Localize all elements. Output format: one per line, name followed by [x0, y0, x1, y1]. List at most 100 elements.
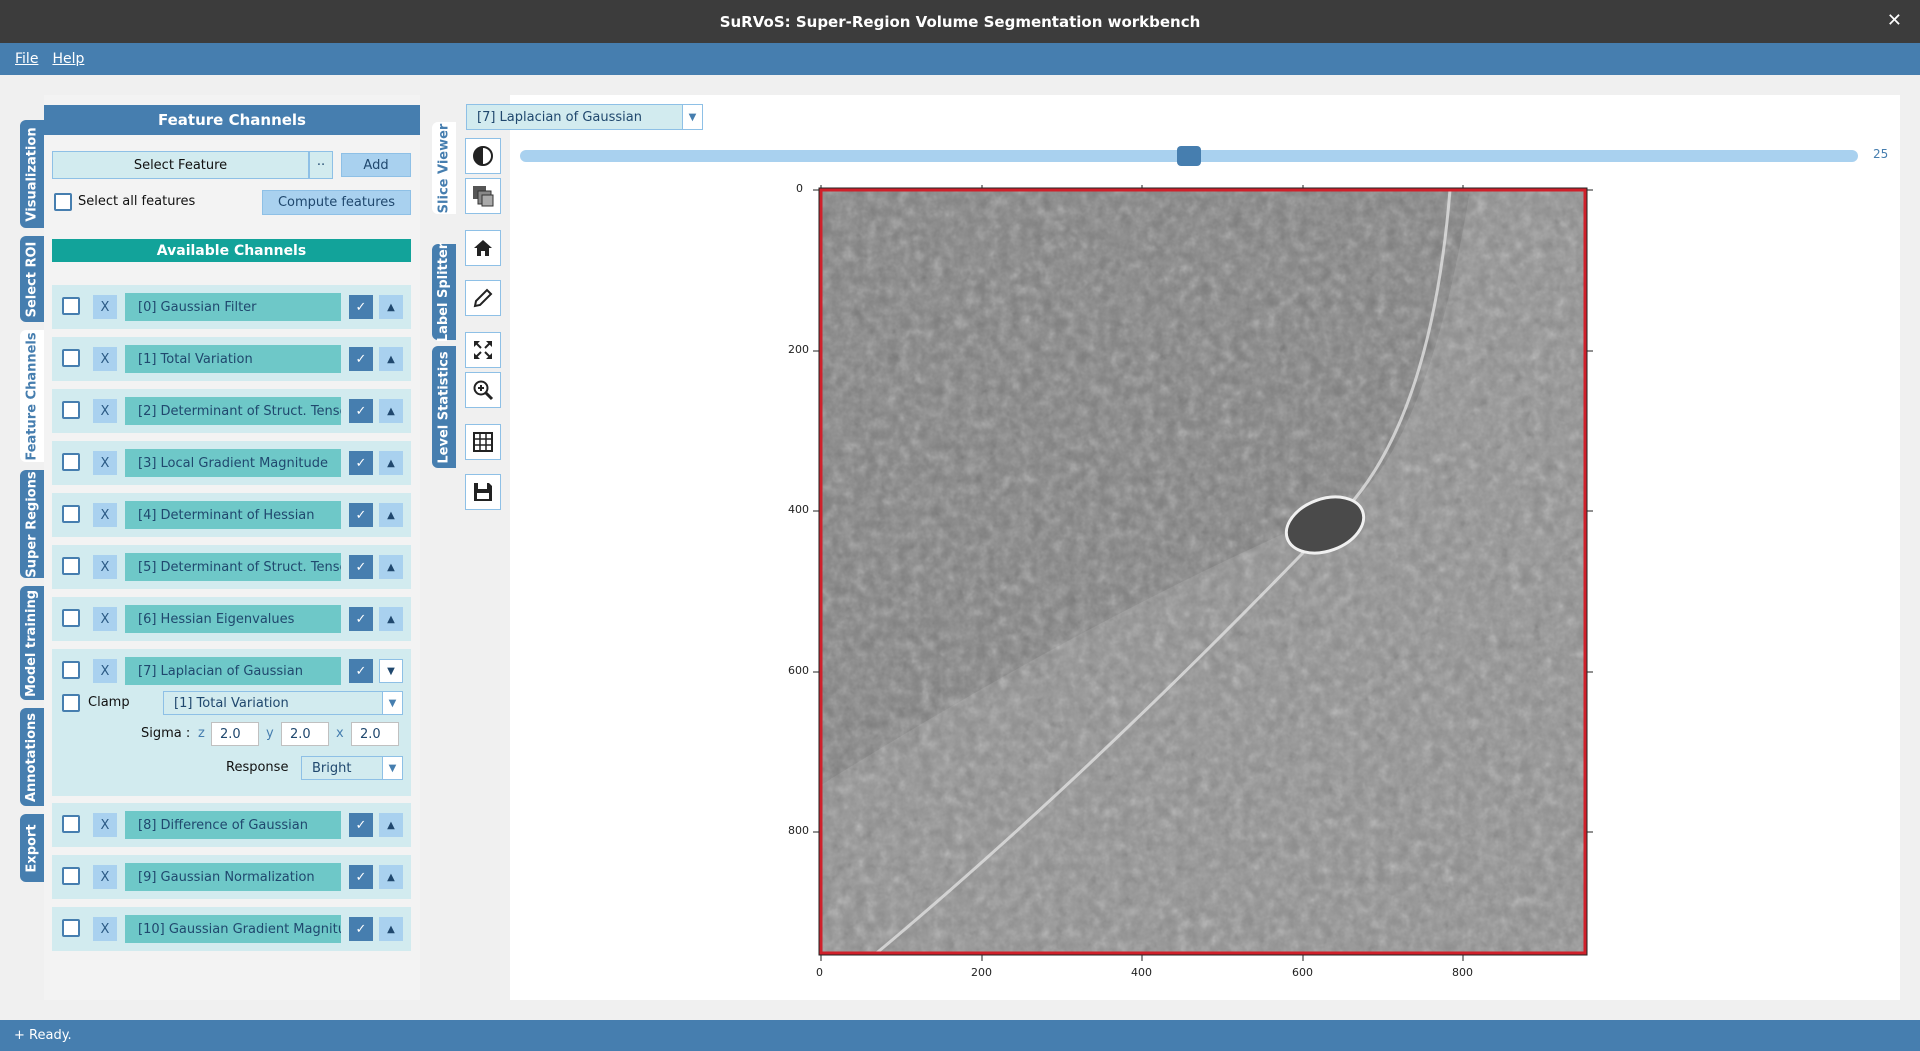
remove-channel-button[interactable]: X [93, 917, 117, 941]
sigma-x-label: x [336, 726, 344, 741]
remove-channel-button[interactable]: X [93, 813, 117, 837]
tab-visualization[interactable]: Visualization [20, 120, 44, 228]
status-bar: + Ready. [0, 1020, 1920, 1051]
tab-model-training[interactable]: Model training [20, 586, 44, 700]
channel-name[interactable]: [6] Hessian Eigenvalues [125, 605, 341, 633]
tab-slice-viewer[interactable]: Slice Viewer [432, 122, 456, 214]
select-feature-combo[interactable]: Select Feature [52, 151, 309, 179]
tab-super-regions[interactable]: Super Regions [20, 470, 44, 578]
channel-select[interactable]: [7] Laplacian of Gaussian ▼ [466, 104, 703, 130]
expand-up-icon[interactable]: ▲ [379, 399, 403, 423]
remove-channel-button[interactable]: X [93, 451, 117, 475]
expand-up-icon[interactable]: ▲ [379, 607, 403, 631]
home-icon[interactable] [465, 230, 501, 266]
expand-up-icon[interactable]: ▲ [379, 347, 403, 371]
expand-up-icon[interactable]: ▲ [379, 503, 403, 527]
compute-features-button[interactable]: Compute features [262, 190, 411, 215]
check-icon[interactable]: ✓ [349, 555, 373, 579]
channel-checkbox[interactable] [62, 453, 80, 471]
sigma-x-input[interactable]: 2.0 [351, 722, 399, 746]
channel-checkbox[interactable] [62, 867, 80, 885]
channel-name[interactable]: [5] Determinant of Struct. Tensor [125, 553, 341, 581]
remove-channel-button[interactable]: X [93, 347, 117, 371]
expand-up-icon[interactable]: ▲ [379, 865, 403, 889]
check-icon[interactable]: ✓ [349, 917, 373, 941]
select-all-checkbox[interactable] [54, 193, 72, 211]
channel-name[interactable]: [7] Laplacian of Gaussian [125, 657, 341, 685]
layers-icon[interactable] [465, 178, 501, 214]
channel-checkbox[interactable] [62, 661, 80, 679]
sigma-y-input[interactable]: 2.0 [281, 722, 329, 746]
check-icon[interactable]: ✓ [349, 295, 373, 319]
channel-row: X [9] Gaussian Normalization ✓ ▲ [52, 855, 411, 899]
clamp-source-select[interactable]: [1] Total Variation ▼ [163, 691, 403, 715]
channel-name[interactable]: [8] Difference of Gaussian [125, 811, 341, 839]
channel-checkbox[interactable] [62, 919, 80, 937]
tab-export[interactable]: Export [20, 814, 44, 882]
channel-row: X [8] Difference of Gaussian ✓ ▲ [52, 803, 411, 847]
check-icon[interactable]: ✓ [349, 865, 373, 889]
check-icon[interactable]: ✓ [349, 607, 373, 631]
expand-up-icon[interactable]: ▲ [379, 813, 403, 837]
channel-name[interactable]: [0] Gaussian Filter [125, 293, 341, 321]
check-icon[interactable]: ✓ [349, 399, 373, 423]
channel-checkbox[interactable] [62, 815, 80, 833]
close-icon[interactable]: ✕ [1887, 10, 1902, 31]
slice-slider-handle[interactable] [1177, 146, 1201, 166]
channel-name[interactable]: [2] Determinant of Struct. Tensor [125, 397, 341, 425]
check-icon[interactable]: ✓ [349, 503, 373, 527]
sigma-y-label: y [266, 726, 274, 741]
channel-name[interactable]: [10] Gaussian Gradient Magnitude [125, 915, 341, 943]
remove-channel-button[interactable]: X [93, 503, 117, 527]
channel-name[interactable]: [9] Gaussian Normalization [125, 863, 341, 891]
expand-up-icon[interactable]: ▲ [379, 295, 403, 319]
expand-up-icon[interactable]: ▲ [379, 451, 403, 475]
channel-checkbox[interactable] [62, 505, 80, 523]
channel-row: X [5] Determinant of Struct. Tensor ✓ ▲ [52, 545, 411, 589]
tab-select-roi[interactable]: Select ROI [20, 236, 44, 322]
slice-image-canvas[interactable] [810, 182, 1610, 985]
grid-icon[interactable] [465, 424, 501, 460]
x-tick-800: 800 [1452, 966, 1473, 979]
slice-slider[interactable] [520, 146, 1858, 166]
remove-channel-button[interactable]: X [93, 607, 117, 631]
check-icon[interactable]: ✓ [349, 813, 373, 837]
check-icon[interactable]: ✓ [349, 451, 373, 475]
menu-file[interactable]: File [15, 51, 38, 67]
channel-name[interactable]: [4] Determinant of Hessian [125, 501, 341, 529]
remove-channel-button[interactable]: X [93, 295, 117, 319]
check-icon[interactable]: ✓ [349, 659, 373, 683]
remove-channel-button[interactable]: X [93, 555, 117, 579]
window-title: SuRVoS: Super-Region Volume Segmentation… [719, 12, 1201, 31]
save-icon[interactable] [465, 474, 501, 510]
tab-level-statistics[interactable]: Level Statistics [432, 346, 456, 468]
contrast-icon[interactable] [465, 138, 501, 174]
channel-checkbox[interactable] [62, 349, 80, 367]
channel-checkbox[interactable] [62, 401, 80, 419]
check-icon[interactable]: ✓ [349, 347, 373, 371]
add-button[interactable]: Add [341, 153, 411, 177]
pencil-icon[interactable] [465, 280, 501, 316]
tab-feature-channels[interactable]: Feature Channels [20, 330, 44, 462]
remove-channel-button[interactable]: X [93, 659, 117, 683]
expand-up-icon[interactable]: ▲ [379, 917, 403, 941]
tab-annotations[interactable]: Annotations [20, 708, 44, 806]
response-select[interactable]: Bright ▼ [301, 756, 403, 780]
y-tick-600: 600 [788, 664, 809, 677]
select-feature-more-button[interactable]: ·· [309, 151, 333, 179]
channel-checkbox[interactable] [62, 609, 80, 627]
channel-name[interactable]: [1] Total Variation [125, 345, 341, 373]
remove-channel-button[interactable]: X [93, 399, 117, 423]
clamp-checkbox[interactable] [62, 694, 80, 712]
tab-label-splitter[interactable]: Label Splitter [432, 242, 456, 342]
sigma-z-input[interactable]: 2.0 [211, 722, 259, 746]
remove-channel-button[interactable]: X [93, 865, 117, 889]
expand-up-icon[interactable]: ▲ [379, 555, 403, 579]
channel-checkbox[interactable] [62, 297, 80, 315]
channel-checkbox[interactable] [62, 557, 80, 575]
zoom-icon[interactable] [465, 372, 501, 408]
fit-icon[interactable] [465, 332, 501, 368]
collapse-down-icon[interactable]: ▼ [379, 659, 403, 683]
menu-help[interactable]: Help [52, 51, 84, 67]
channel-name[interactable]: [3] Local Gradient Magnitude [125, 449, 341, 477]
